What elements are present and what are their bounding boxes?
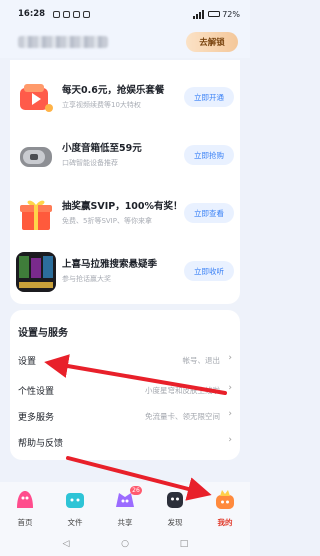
share-badge: 26 [130, 486, 142, 495]
promo-button[interactable]: 立即查看 [184, 203, 234, 223]
promo-item[interactable]: 小度音箱低至59元 口碑智能设备推荐 立即抢购 [10, 130, 240, 182]
bottom-tab-bar: 首页 文件 26 共享 发现 我的 [0, 482, 250, 532]
settings-row-label: 个性设置 [18, 387, 55, 397]
profile-header: 去解锁 [0, 28, 250, 58]
battery-icon: 72% [208, 10, 240, 19]
promo-item[interactable]: 每天0.6元，抢娱乐套餐 立享视频续费等10大特权 立即开通 [10, 72, 240, 124]
promo-item[interactable]: 上喜马拉雅搜索悬疑季 参与抢话赢大奖 立即收听 [10, 246, 240, 298]
settings-row-more-services[interactable]: 更多服务 免流量卡、领无限空间 › [10, 404, 240, 430]
battery-level: 72% [222, 9, 240, 19]
settings-row-label: 帮助与反馈 [18, 439, 64, 449]
promo-subtitle: 免费、5折等SVIP、等你来拿 [62, 217, 152, 225]
settings-row-label: 更多服务 [18, 413, 55, 423]
home-icon [13, 488, 37, 512]
tab-discover[interactable]: 发现 [150, 486, 200, 530]
promo-button[interactable]: 立即开通 [184, 87, 234, 107]
settings-row-value: 小度星穹和皮肤上线啦 [145, 386, 220, 395]
tab-share[interactable]: 26 共享 [100, 486, 150, 530]
chevron-right-icon: › [228, 435, 232, 445]
settings-card: 设置与服务 设置 帐号、退出 › 个性设置 小度星穹和皮肤上线啦 › 更多服务 … [10, 310, 240, 460]
files-icon [63, 488, 87, 512]
settings-row-personalize[interactable]: 个性设置 小度星穹和皮肤上线啦 › [10, 378, 240, 404]
settings-row-value: 帐号、退出 [182, 356, 221, 365]
blurred-username [18, 36, 108, 48]
notification-icons [53, 10, 91, 18]
settings-row-label: 设置 [18, 357, 37, 367]
poster-image [16, 252, 56, 292]
promo-title: 上喜马拉雅搜索悬疑季 [62, 259, 158, 270]
tab-profile[interactable]: 我的 [200, 486, 250, 530]
settings-row-value: 免流量卡、领无限空间 [145, 412, 220, 421]
tab-label: 发现 [167, 518, 183, 527]
tab-label: 首页 [17, 518, 33, 527]
smart-speaker-icon [16, 136, 56, 176]
profile-icon [213, 488, 237, 512]
gift-box-icon [16, 194, 56, 234]
play-gift-icon [16, 78, 56, 118]
tab-label: 共享 [117, 518, 133, 527]
promo-subtitle: 口碑智能设备推荐 [62, 159, 118, 167]
chevron-right-icon: › [228, 409, 232, 419]
tab-label: 我的 [217, 518, 233, 527]
recents-icon[interactable]: □ [176, 536, 192, 552]
home-nav-icon[interactable]: ○ [117, 536, 133, 552]
tab-label: 文件 [67, 518, 83, 527]
promo-button[interactable]: 立即收听 [184, 261, 234, 281]
signal-icon [193, 9, 205, 19]
chevron-right-icon: › [228, 383, 232, 393]
chevron-right-icon: › [228, 353, 232, 363]
tab-files[interactable]: 文件 [50, 486, 100, 530]
promo-title: 小度音箱低至59元 [62, 143, 142, 154]
promo-button[interactable]: 立即抢购 [184, 145, 234, 165]
promo-subtitle: 参与抢话赢大奖 [62, 275, 111, 283]
promo-title: 每天0.6元，抢娱乐套餐 [62, 85, 165, 96]
system-nav-bar: ◁ ○ □ [0, 532, 250, 556]
unlock-button[interactable]: 去解锁 [186, 32, 238, 52]
settings-row-settings[interactable]: 设置 帐号、退出 › [10, 348, 240, 374]
settings-heading: 设置与服务 [18, 328, 68, 339]
settings-row-help[interactable]: 帮助与反馈 › [10, 430, 240, 456]
promo-card: 每天0.6元，抢娱乐套餐 立享视频续费等10大特权 立即开通 小度音箱低至59元… [10, 60, 240, 304]
status-time: 16:28 [18, 9, 46, 19]
status-bar: 16:28 72% [0, 0, 250, 28]
promo-item[interactable]: 抽奖赢SVIP，100%有奖！ 免费、5折等SVIP、等你来拿 立即查看 [10, 188, 240, 240]
promo-subtitle: 立享视频续费等10大特权 [62, 101, 141, 109]
discover-icon [163, 488, 187, 512]
tab-home[interactable]: 首页 [0, 486, 50, 530]
promo-title: 抽奖赢SVIP，100%有奖！ [62, 201, 183, 212]
back-icon[interactable]: ◁ [58, 536, 74, 552]
